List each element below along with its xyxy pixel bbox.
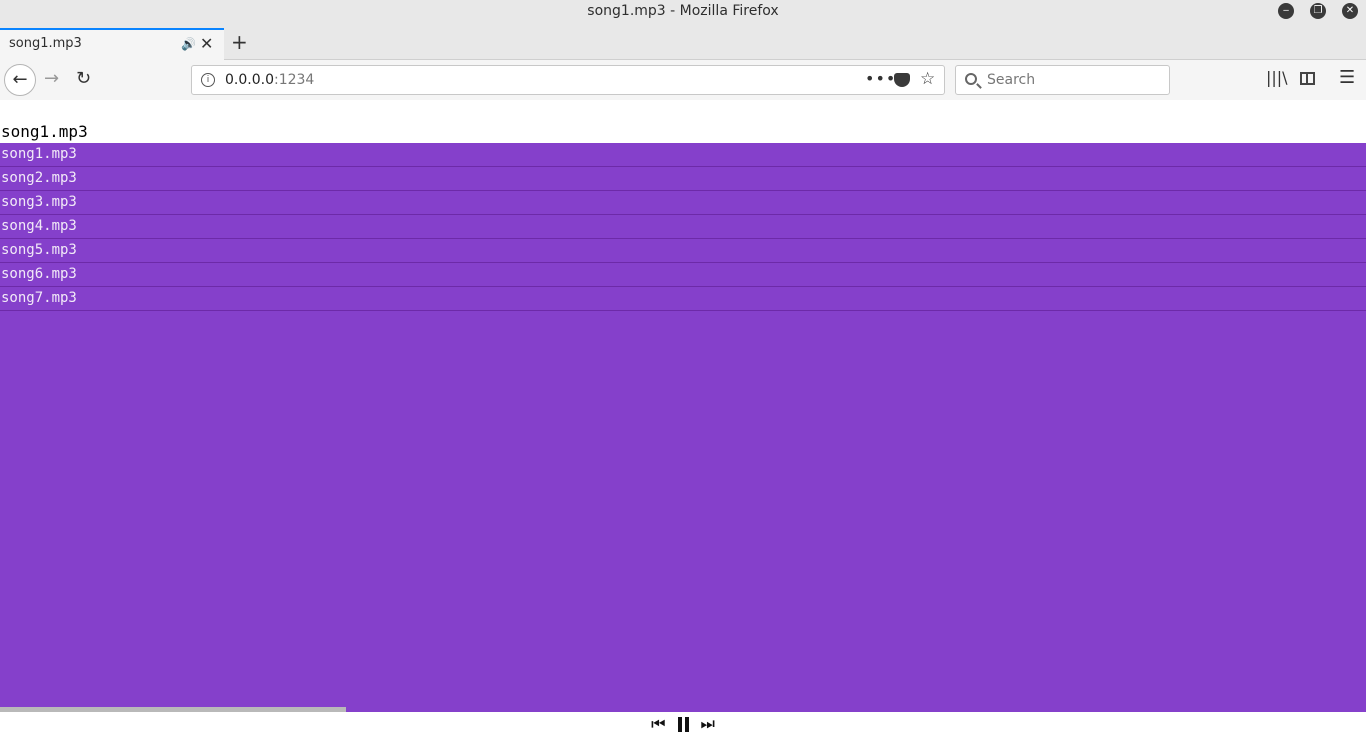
player-controls: ⏮ ⏭ [0, 712, 1366, 736]
window-titlebar: song1.mp3 - Mozilla Firefox ‒ ❐ ✕ [0, 0, 1366, 22]
previous-track-icon[interactable]: ⏮ [651, 714, 665, 734]
back-button[interactable]: ← [4, 64, 36, 96]
playlist-item[interactable]: song6.mp3 [0, 263, 1366, 287]
playlist-item[interactable]: song1.mp3 [0, 143, 1366, 167]
now-playing-title: song1.mp3 [1, 122, 88, 141]
tab-active[interactable]: song1.mp3 🔊 ✕ [0, 28, 224, 60]
tab-close-button[interactable]: ✕ [200, 30, 213, 58]
forward-button[interactable]: → [44, 68, 59, 89]
pause-icon[interactable] [677, 716, 689, 732]
hamburger-menu-icon[interactable]: ☰ [1339, 67, 1355, 88]
new-tab-button[interactable]: + [231, 30, 248, 54]
navigation-toolbar: ← → ↻ i 0.0.0.0:1234 ••• ☆ Search |||\ ☰ [0, 60, 1366, 100]
url-bar[interactable]: i 0.0.0.0:1234 ••• ☆ [191, 65, 945, 95]
url-text[interactable]: 0.0.0.0:1234 [225, 72, 314, 88]
playlist-item[interactable]: song5.mp3 [0, 239, 1366, 263]
maximize-button[interactable]: ❐ [1310, 3, 1326, 19]
url-port: :1234 [273, 72, 315, 88]
close-window-button[interactable]: ✕ [1342, 3, 1358, 19]
playlist-item[interactable]: song4.mp3 [0, 215, 1366, 239]
playlist: song1.mp3 song2.mp3 song3.mp3 song4.mp3 … [0, 143, 1366, 712]
window-title: song1.mp3 - Mozilla Firefox [587, 3, 779, 19]
playlist-item[interactable]: song7.mp3 [0, 287, 1366, 311]
window-controls: ‒ ❐ ✕ [1278, 3, 1358, 19]
site-info-icon[interactable]: i [201, 73, 215, 87]
tab-strip: song1.mp3 🔊 ✕ + [0, 22, 1366, 60]
page-content: song1.mp3 song1.mp3 song2.mp3 song3.mp3 … [0, 121, 1366, 712]
url-host: 0.0.0.0 [225, 72, 274, 88]
search-icon [965, 73, 977, 85]
reload-button[interactable]: ↻ [76, 68, 91, 89]
pocket-icon[interactable] [894, 73, 910, 87]
tab-title: song1.mp3 [9, 36, 82, 51]
sidebar-icon[interactable] [1300, 72, 1315, 85]
playlist-item[interactable]: song2.mp3 [0, 167, 1366, 191]
playlist-item[interactable]: song3.mp3 [0, 191, 1366, 215]
search-input[interactable]: Search [955, 65, 1170, 95]
search-placeholder: Search [987, 72, 1036, 88]
library-icon[interactable]: |||\ [1266, 68, 1288, 87]
next-track-icon[interactable]: ⏭ [701, 714, 715, 734]
page-actions-icon[interactable]: ••• [865, 69, 896, 88]
speaker-icon[interactable]: 🔊 [181, 30, 196, 58]
bookmark-star-icon[interactable]: ☆ [920, 69, 935, 89]
minimize-button[interactable]: ‒ [1278, 3, 1294, 19]
